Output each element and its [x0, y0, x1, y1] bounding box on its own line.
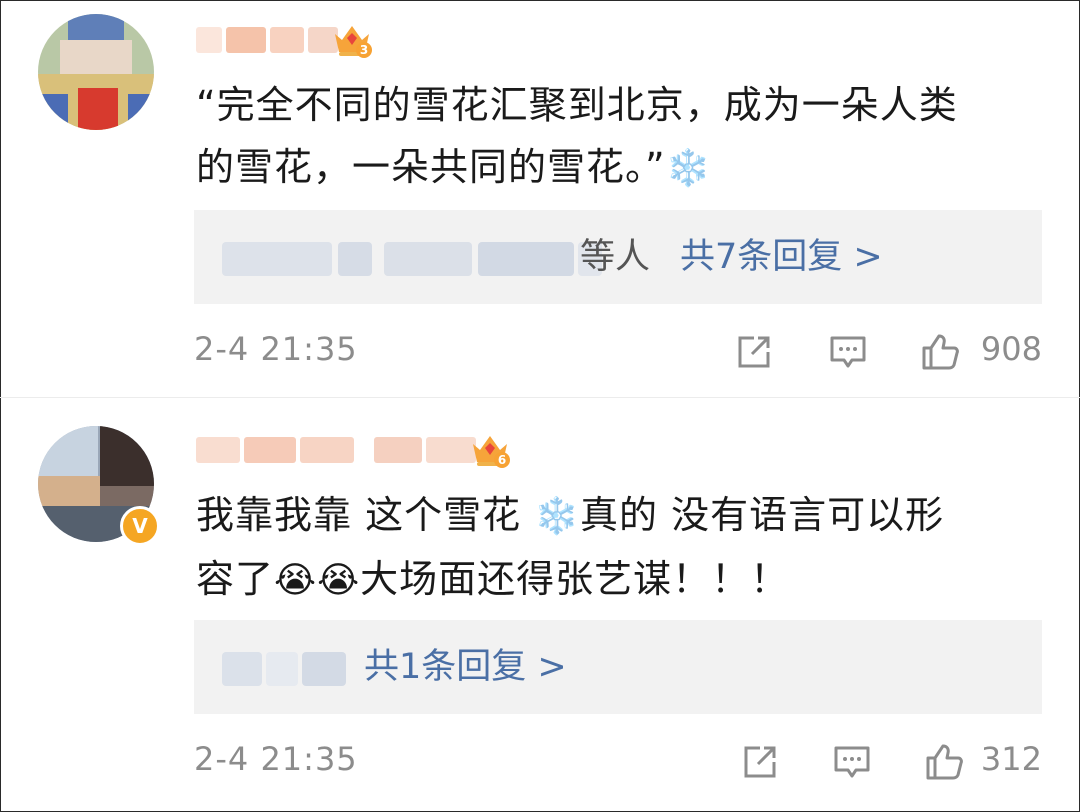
- reply-summary[interactable]: 等人 共7条回复 >: [194, 210, 1042, 304]
- avatar[interactable]: [38, 14, 154, 130]
- share-icon[interactable]: [732, 330, 776, 374]
- snowflake-emoji-icon: ❄️: [665, 148, 712, 189]
- reply-count-link[interactable]: 共7条回复 >: [680, 234, 883, 280]
- like-icon[interactable]: [922, 740, 966, 784]
- comment-meta: 2-4 21:35 908: [194, 326, 1042, 376]
- comment-text: 我靠我靠 这个雪花 ❄️真的 没有语言可以形 容了😭😭大场面还得张艺谋！！！: [196, 484, 1046, 612]
- timestamp: 2-4 21:35: [194, 740, 358, 778]
- comment-icon[interactable]: [826, 330, 870, 374]
- level-badge: 3: [356, 42, 372, 58]
- username-blurred[interactable]: [196, 22, 338, 58]
- comment-text-line: 我靠我靠 这个雪花: [196, 493, 535, 537]
- like-count: 312: [980, 740, 1042, 778]
- comment-icon[interactable]: [830, 740, 874, 784]
- like-icon[interactable]: [918, 330, 962, 374]
- username-blurred[interactable]: [196, 432, 476, 468]
- comment-meta: 2-4 21:35 312: [194, 736, 1042, 786]
- comment-text-line: 容了: [196, 557, 275, 601]
- crying-emoji-icon: 😭: [317, 560, 361, 601]
- verified-badge-icon: V: [120, 506, 160, 546]
- comment-text-line: 大场面还得张艺谋！！！: [360, 557, 790, 601]
- like-count: 908: [980, 330, 1042, 368]
- timestamp: 2-4 21:35: [194, 330, 358, 368]
- crown-level-icon: 3: [332, 20, 372, 60]
- comment-item: 3 “完全不同的雪花汇聚到北京，成为一朵人类 的雪花，一朵共同的雪花。”❄️ 等…: [0, 0, 1080, 398]
- reply-summary[interactable]: 共1条回复 >: [194, 620, 1042, 714]
- reply-prefix: 等人: [580, 237, 651, 277]
- comment-text-line: 真的 没有语言可以形: [580, 493, 945, 537]
- snowflake-emoji-icon: ❄️: [534, 496, 580, 537]
- reply-count-link[interactable]: 共1条回复 >: [364, 644, 567, 690]
- crown-level-icon: 6: [470, 430, 510, 470]
- comment-item: V 6 我靠我靠 这个雪花 ❄️真的 没有语言可以形 容了😭😭大场面还得张艺谋！…: [0, 398, 1080, 812]
- comment-text-line: 的雪花，一朵共同的雪花。”: [196, 145, 666, 189]
- crying-emoji-icon: 😭: [274, 560, 318, 601]
- comment-text: “完全不同的雪花汇聚到北京，成为一朵人类 的雪花，一朵共同的雪花。”❄️: [196, 74, 1046, 200]
- comment-text-line: “完全不同的雪花汇聚到北京，成为一朵人类: [196, 83, 958, 127]
- share-icon[interactable]: [738, 740, 782, 784]
- level-badge: 6: [494, 452, 510, 468]
